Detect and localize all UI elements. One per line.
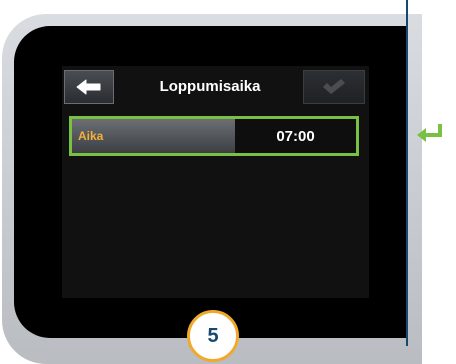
arrow-left-icon [76,79,101,95]
pump-screen: Loppumisaika Aika 07:00 [62,66,369,298]
checkmark-icon [323,79,345,94]
enter-return-icon [417,124,442,142]
screen-title: Loppumisaika [159,78,261,95]
back-button[interactable] [64,70,114,104]
divider-line [406,0,408,346]
field-value[interactable]: 07:00 [235,119,356,153]
step-badge: 5 [187,310,239,362]
end-time-field[interactable]: Aika 07:00 [69,116,359,156]
field-label: Aika [72,119,235,153]
confirm-button[interactable] [303,70,365,104]
